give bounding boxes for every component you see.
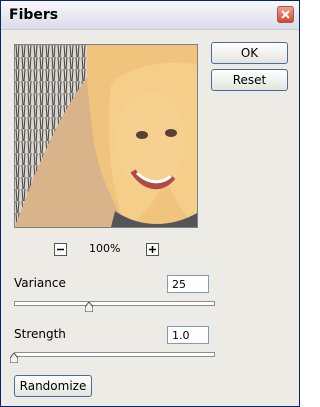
- strength-label: Strength: [14, 327, 66, 341]
- zoom-out-button[interactable]: [54, 243, 67, 256]
- variance-slider-track[interactable]: [14, 301, 215, 306]
- dialog-title: Fibers: [9, 7, 59, 23]
- strength-slider-thumb[interactable]: [10, 353, 18, 363]
- variance-label: Variance: [14, 276, 66, 290]
- filter-preview[interactable]: [14, 44, 198, 228]
- zoom-level: 100%: [89, 242, 121, 255]
- plus-icon: [149, 246, 156, 253]
- dialog-body: OK Reset 100% Variance 25 Strength 1.0 R…: [1, 30, 299, 406]
- variance-slider-thumb[interactable]: [85, 302, 93, 312]
- title-bar[interactable]: Fibers: [1, 1, 299, 30]
- zoom-in-button[interactable]: [146, 243, 159, 256]
- preview-image: [15, 45, 197, 227]
- close-button[interactable]: [277, 6, 294, 23]
- randomize-button[interactable]: Randomize: [14, 375, 92, 397]
- variance-field[interactable]: 25: [167, 275, 209, 293]
- ok-button[interactable]: OK: [211, 42, 288, 64]
- minus-icon: [57, 248, 64, 251]
- close-icon: [281, 10, 290, 19]
- reset-button[interactable]: Reset: [211, 69, 288, 91]
- strength-slider-track[interactable]: [14, 352, 215, 357]
- fibers-dialog: Fibers OK Reset 100% Variance 25 Strengt…: [0, 0, 300, 407]
- strength-field[interactable]: 1.0: [167, 326, 209, 344]
